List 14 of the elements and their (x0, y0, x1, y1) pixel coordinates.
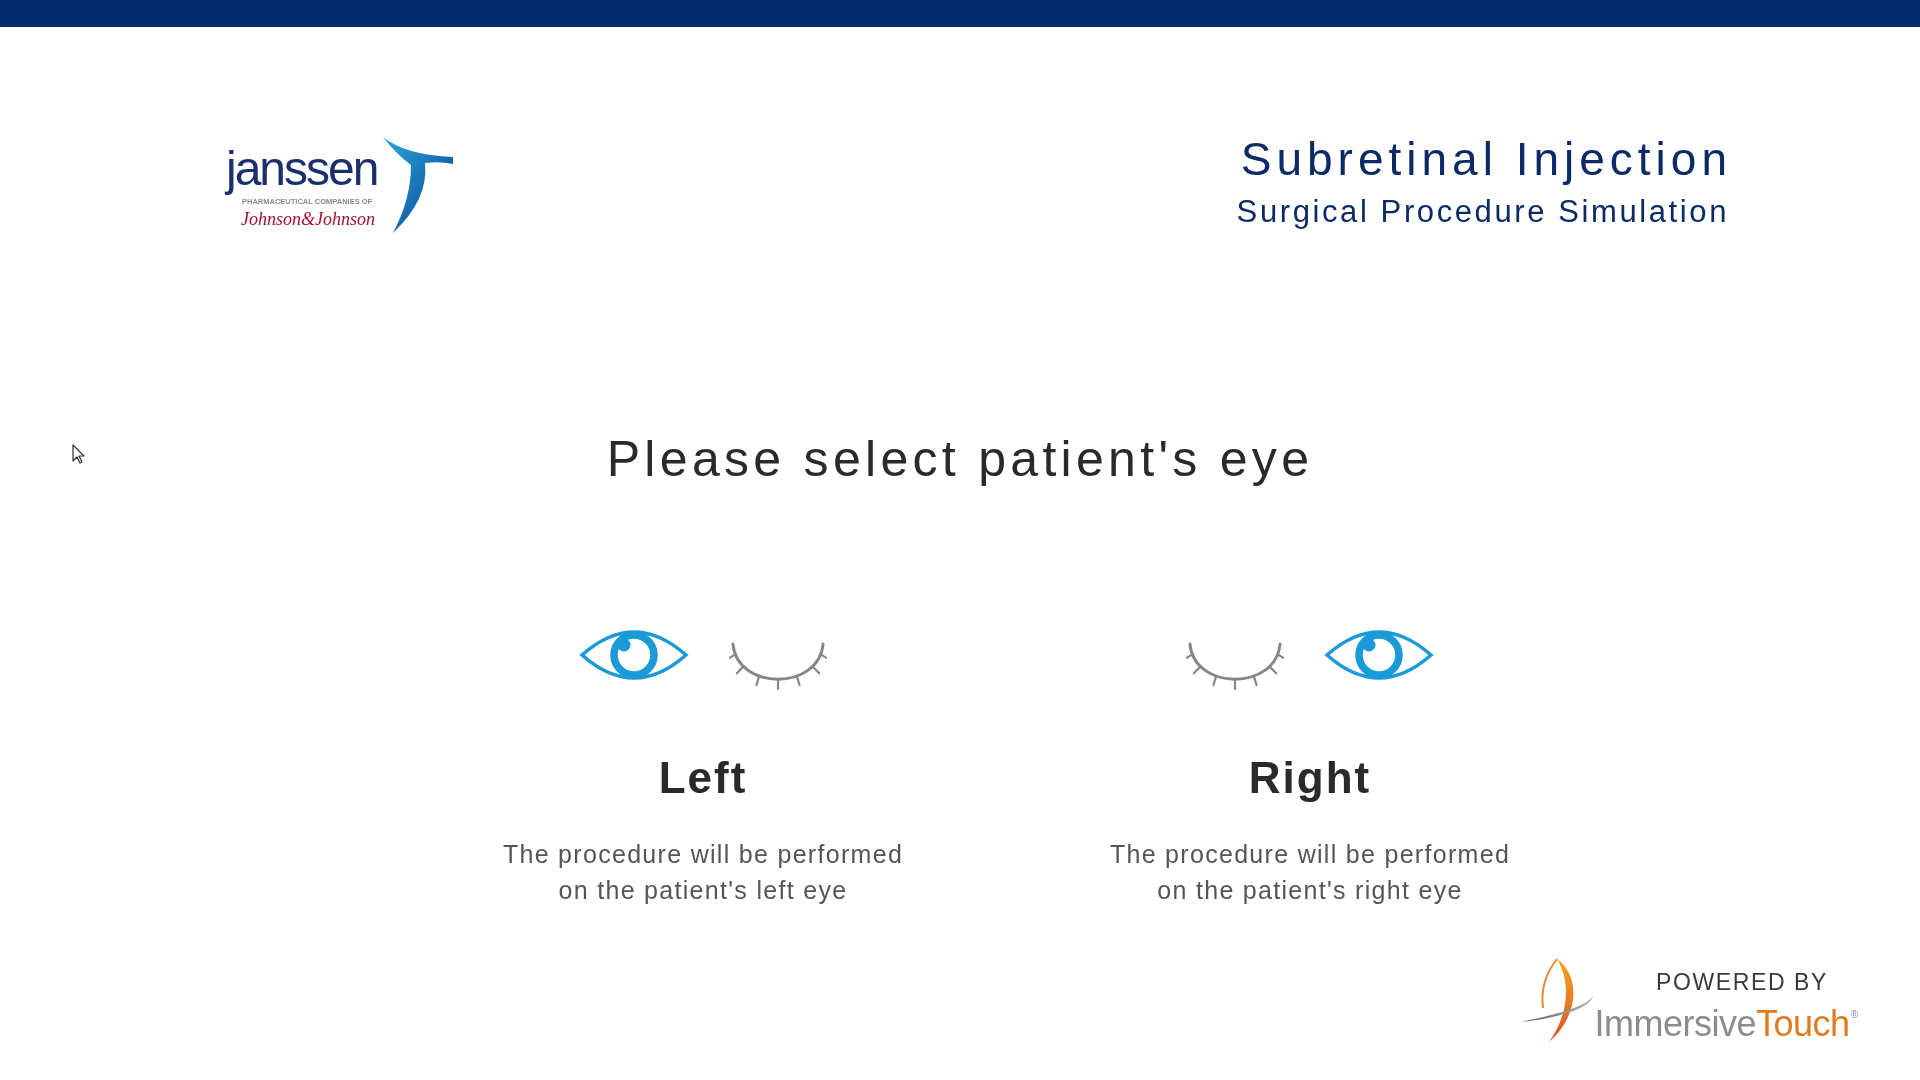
logo-wordmark: janssen (226, 145, 378, 193)
swoosh-logo-icon (383, 137, 453, 233)
prompt-heading: Please select patient's eye (606, 430, 1314, 489)
option-title: Left (658, 752, 748, 804)
brand-wordmark: ImmersiveTouch (1594, 1004, 1850, 1044)
powered-by-label: POWERED BY (1656, 968, 1828, 996)
parent-company-wordmark: Johnson&Johnson (241, 208, 375, 230)
option-title: Right (1248, 752, 1372, 804)
app-title: Subretinal Injection (1240, 133, 1732, 185)
app-subtitle: Surgical Procedure Simulation (1236, 193, 1729, 231)
option-description: The procedure will be performed on the patient's right eye (1109, 839, 1511, 906)
mouse-pointer-icon (72, 444, 86, 464)
registered-mark: ® (1850, 1009, 1858, 1020)
option-description: The procedure will be performed on the patient's left eye (502, 839, 904, 906)
